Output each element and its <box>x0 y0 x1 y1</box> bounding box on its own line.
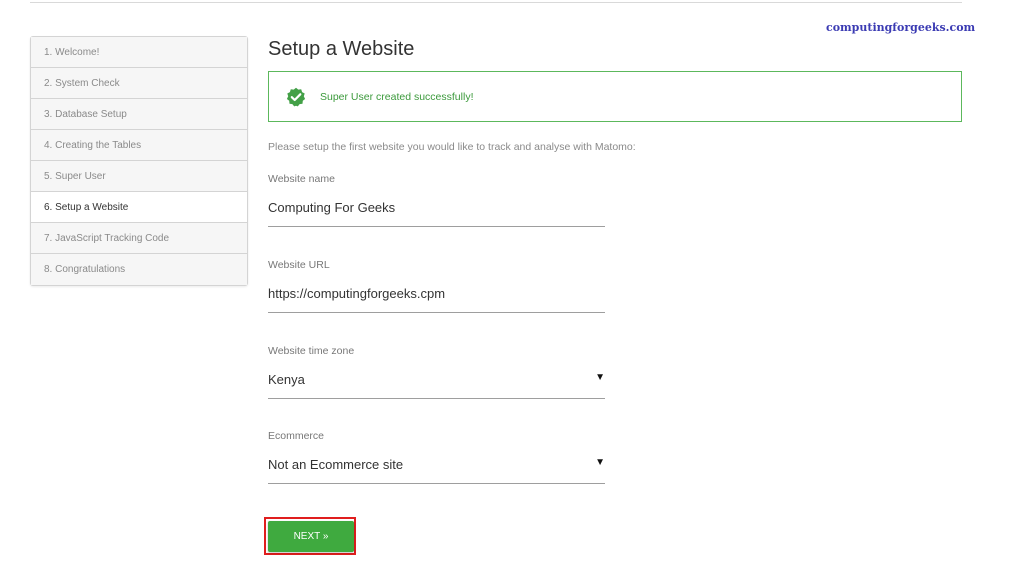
timezone-underline <box>268 398 605 399</box>
ecommerce-field[interactable]: Ecommerce Not an Ecommerce site ▼ <box>268 430 605 484</box>
next-button[interactable]: NEXT » <box>268 521 354 552</box>
website-url-input[interactable]: https://computingforgeeks.cpm <box>268 286 445 301</box>
intro-text: Please setup the first website you would… <box>268 141 636 153</box>
timezone-select[interactable]: Kenya <box>268 372 305 387</box>
step-database-setup[interactable]: 3. Database Setup <box>31 99 247 130</box>
ecommerce-underline <box>268 483 605 484</box>
step-super-user[interactable]: 5. Super User <box>31 161 247 192</box>
website-name-input[interactable]: Computing For Geeks <box>268 200 395 215</box>
check-badge-icon <box>286 87 306 107</box>
page-title: Setup a Website <box>268 38 415 60</box>
step-setup-website[interactable]: 6. Setup a Website <box>31 192 247 223</box>
step-welcome[interactable]: 1. Welcome! <box>31 37 247 68</box>
main-content: Setup a Website Super User created succe… <box>268 36 962 484</box>
step-system-check[interactable]: 2. System Check <box>31 68 247 99</box>
ecommerce-label: Ecommerce <box>268 430 325 442</box>
step-congratulations[interactable]: 8. Congratulations <box>31 254 247 285</box>
website-url-field[interactable]: Website URL https://computingforgeeks.cp… <box>268 259 605 313</box>
website-name-field[interactable]: Website name Computing For Geeks <box>268 173 605 227</box>
success-alert: Super User created successfully! <box>268 71 962 122</box>
caret-down-icon[interactable]: ▼ <box>595 457 605 468</box>
watermark-text: computingforgeeks.com <box>826 21 976 34</box>
ecommerce-select[interactable]: Not an Ecommerce site <box>268 457 403 472</box>
top-divider <box>30 2 962 3</box>
website-name-underline <box>268 226 605 227</box>
step-creating-tables[interactable]: 4. Creating the Tables <box>31 130 247 161</box>
website-name-label: Website name <box>268 173 335 185</box>
timezone-field[interactable]: Website time zone Kenya ▼ <box>268 345 605 399</box>
step-javascript-tracking-code[interactable]: 7. JavaScript Tracking Code <box>31 223 247 254</box>
website-url-underline <box>268 312 605 313</box>
caret-down-icon[interactable]: ▼ <box>595 372 605 383</box>
website-url-label: Website URL <box>268 259 330 271</box>
installation-steps-nav: 1. Welcome! 2. System Check 3. Database … <box>30 36 248 286</box>
alert-message: Super User created successfully! <box>320 90 474 103</box>
timezone-label: Website time zone <box>268 345 355 357</box>
